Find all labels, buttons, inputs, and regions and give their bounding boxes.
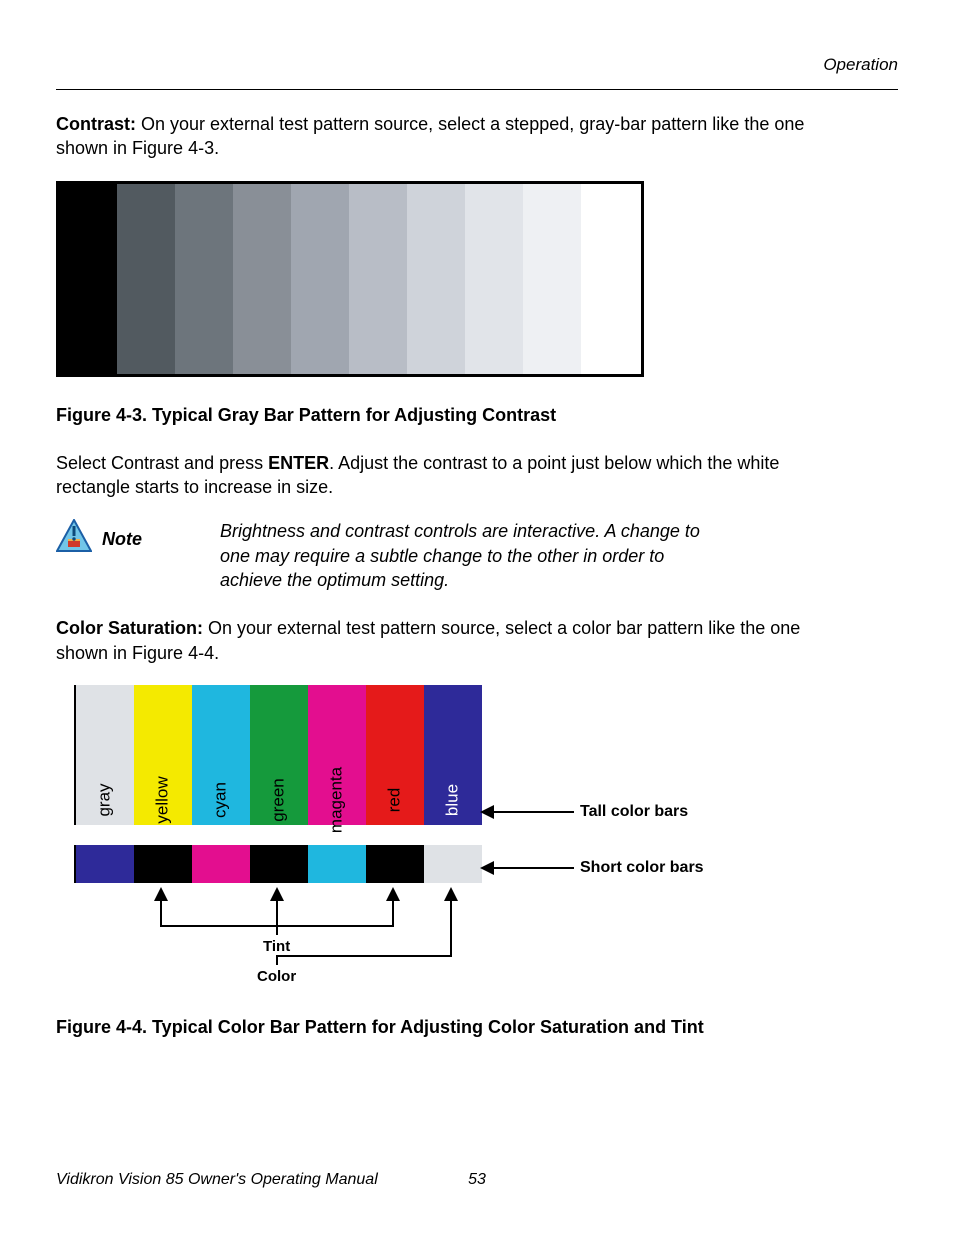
tall-color-bar: yellow (134, 685, 192, 825)
short-color-bar (424, 845, 482, 883)
tall-bar-label: blue (442, 784, 465, 816)
tall-bar-label: yellow (152, 776, 175, 823)
tall-color-bars-row: gray yellow cyan green magenta red blue (74, 685, 482, 825)
callout-tall: Tall color bars (480, 801, 688, 823)
callout-short-label: Short color bars (580, 857, 704, 879)
p2-enter: ENTER (268, 453, 329, 473)
note-triangle-icon (56, 519, 92, 559)
tall-bar-label: magenta (326, 767, 349, 833)
gray-bar (581, 184, 639, 374)
tall-color-bar: magenta (308, 685, 366, 825)
tall-color-bar: red (366, 685, 424, 825)
short-color-bars-row (74, 845, 482, 883)
note-label: Note (102, 527, 142, 551)
p2-pre: Select Contrast and press (56, 453, 268, 473)
para-contrast: Contrast: On your external test pattern … (56, 112, 856, 161)
gray-bar (349, 184, 407, 374)
tall-bar-label: red (384, 787, 407, 812)
gray-bar (233, 184, 291, 374)
note-text: Brightness and contrast controls are int… (220, 519, 700, 592)
callout-short: Short color bars (480, 857, 704, 879)
gray-bar (117, 184, 175, 374)
contrast-lead: Contrast: (56, 114, 141, 134)
note-row: Note Brightness and contrast controls ar… (56, 519, 856, 592)
gray-bar (175, 184, 233, 374)
short-color-bar (134, 845, 192, 883)
contrast-text: On your external test pattern source, se… (56, 114, 804, 158)
figure-4-4-caption: Figure 4-4. Typical Color Bar Pattern fo… (56, 1015, 856, 1039)
tall-color-bar: blue (424, 685, 482, 825)
tall-color-bar: green (250, 685, 308, 825)
figure-4-4-colorbars: grayyellowcyangreenmagentaredblue Tall c… (56, 685, 666, 985)
short-color-bar (192, 845, 250, 883)
tall-color-bar: gray (76, 685, 134, 825)
footer: Vidikron Vision 85 Owner's Operating Man… (56, 1169, 898, 1191)
figure-4-3-graybars (56, 181, 644, 377)
color-label: Color (257, 967, 296, 987)
tall-bar-label: gray (94, 783, 117, 816)
short-color-bar (366, 845, 424, 883)
tall-color-bar: cyan (192, 685, 250, 825)
para-select-contrast: Select Contrast and press ENTER. Adjust … (56, 451, 856, 500)
para-color-saturation: Color Saturation: On your external test … (56, 616, 856, 665)
gray-bar (407, 184, 465, 374)
short-color-bar (308, 845, 366, 883)
gray-bar (291, 184, 349, 374)
gray-bar (59, 184, 117, 374)
footer-page: 53 (468, 1169, 486, 1191)
footer-left: Vidikron Vision 85 Owner's Operating Man… (56, 1169, 468, 1191)
short-color-bar (76, 845, 134, 883)
gray-bar (523, 184, 581, 374)
figure-4-3-caption: Figure 4-3. Typical Gray Bar Pattern for… (56, 403, 856, 427)
tall-bar-label: green (268, 778, 291, 821)
tall-bar-label: cyan (210, 782, 233, 818)
colorsat-lead: Color Saturation: (56, 618, 208, 638)
gray-bar (465, 184, 523, 374)
header-rule (56, 89, 898, 90)
callout-tall-label: Tall color bars (580, 801, 688, 823)
short-color-bar (250, 845, 308, 883)
header-section: Operation (56, 54, 898, 77)
